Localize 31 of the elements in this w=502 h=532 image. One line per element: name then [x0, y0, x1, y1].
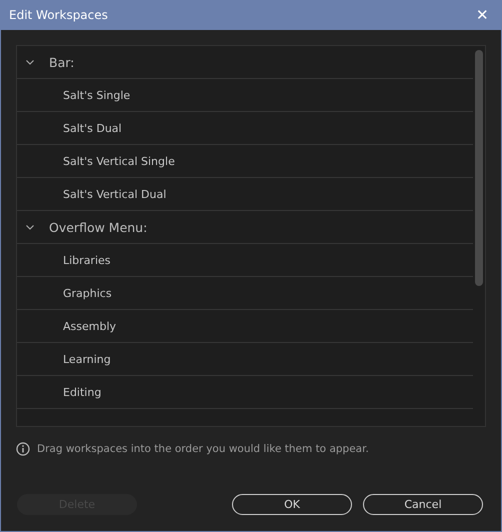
workspace-label: Salt's Single	[63, 88, 130, 102]
workspace-row[interactable]: Assembly	[17, 310, 473, 343]
close-button[interactable]: ✕	[472, 6, 493, 24]
hint-text: Drag workspaces into the order you would like them to appear.	[37, 443, 369, 455]
workspace-row[interactable]: Graphics	[17, 277, 473, 310]
workspace-label: Editing	[63, 386, 102, 398]
workspace-row[interactable]: Learning	[17, 343, 473, 376]
scrollbar-thumb[interactable]	[475, 50, 483, 286]
workspace-label: Libraries	[63, 254, 111, 266]
chevron-icon[interactable]	[25, 57, 35, 67]
info-icon	[16, 442, 30, 456]
group-label: Overflow Menu:	[49, 220, 148, 234]
chevron-icon[interactable]	[25, 222, 35, 232]
group-label: Bar:	[49, 54, 74, 70]
workspace-row[interactable]: Libraries	[17, 244, 473, 277]
workspace-label: Assembly	[63, 320, 116, 332]
workspace-label: Graphics	[63, 286, 112, 300]
window-title: Edit Workspaces	[9, 8, 108, 22]
dialog-button[interactable]: Cancel	[363, 494, 483, 515]
workspace-row[interactable]: Salt's Dual	[17, 112, 473, 145]
workspace-label: Learning	[63, 352, 111, 366]
workspace-row[interactable]: Editing	[17, 376, 473, 409]
dialog-button[interactable]: OK	[232, 494, 352, 515]
workspace-label: Salt's Vertical Dual	[63, 188, 166, 200]
group-row[interactable]: Bar:	[17, 46, 473, 79]
workspace-row[interactable]: Salt's Vertical Dual	[17, 178, 473, 211]
workspace-label: Salt's Dual	[63, 122, 122, 134]
workspace-row[interactable]: Salt's Single	[17, 79, 473, 112]
workspace-row[interactable]: Salt's Vertical Single	[17, 145, 473, 178]
group-row[interactable]: Overflow Menu:	[17, 211, 473, 244]
workspace-label: Salt's Vertical Single	[63, 154, 175, 168]
